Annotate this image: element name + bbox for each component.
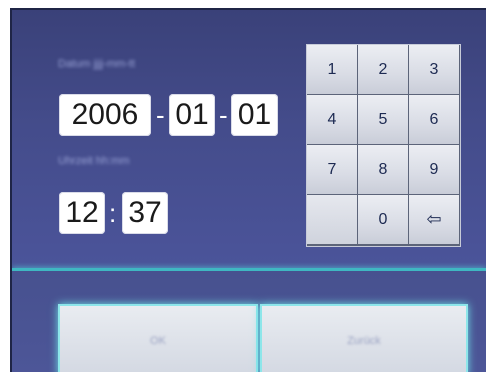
key-blank bbox=[307, 195, 357, 244]
key-2[interactable]: 2 bbox=[358, 45, 408, 94]
backspace-icon[interactable]: ⇦ bbox=[409, 195, 459, 244]
key-1[interactable]: 1 bbox=[307, 45, 357, 94]
hour-field[interactable]: 12 bbox=[59, 192, 105, 234]
key-4[interactable]: 4 bbox=[307, 95, 357, 144]
key-7[interactable]: 7 bbox=[307, 145, 357, 194]
ok-button-label: OK bbox=[150, 335, 166, 347]
back-button-label: Zurück bbox=[347, 335, 381, 347]
key-6[interactable]: 6 bbox=[409, 95, 459, 144]
date-format-label: Datum jjjj-mm-tt bbox=[58, 58, 135, 70]
input-panel: Datum jjjj-mm-tt 2006 - 01 - 01 Uhrzeit … bbox=[12, 10, 486, 268]
key-8[interactable]: 8 bbox=[358, 145, 408, 194]
ok-button[interactable]: OK bbox=[58, 304, 258, 372]
month-field[interactable]: 01 bbox=[169, 94, 215, 136]
key-3[interactable]: 3 bbox=[409, 45, 459, 94]
time-format-label: Uhrzeit hh:mm bbox=[58, 155, 130, 167]
key-9[interactable]: 9 bbox=[409, 145, 459, 194]
numeric-keypad: 1 2 3 4 5 6 7 8 9 0 ⇦ bbox=[306, 44, 461, 247]
back-button[interactable]: Zurück bbox=[260, 304, 468, 372]
key-0[interactable]: 0 bbox=[358, 195, 408, 244]
key-5[interactable]: 5 bbox=[358, 95, 408, 144]
minute-field[interactable]: 37 bbox=[122, 192, 168, 234]
time-separator: : bbox=[109, 198, 117, 228]
year-field[interactable]: 2006 bbox=[59, 94, 151, 136]
date-separator: - bbox=[156, 100, 165, 130]
dialog-window: Datum jjjj-mm-tt 2006 - 01 - 01 Uhrzeit … bbox=[10, 8, 486, 372]
day-field[interactable]: 01 bbox=[231, 94, 278, 136]
date-separator: - bbox=[219, 100, 228, 130]
